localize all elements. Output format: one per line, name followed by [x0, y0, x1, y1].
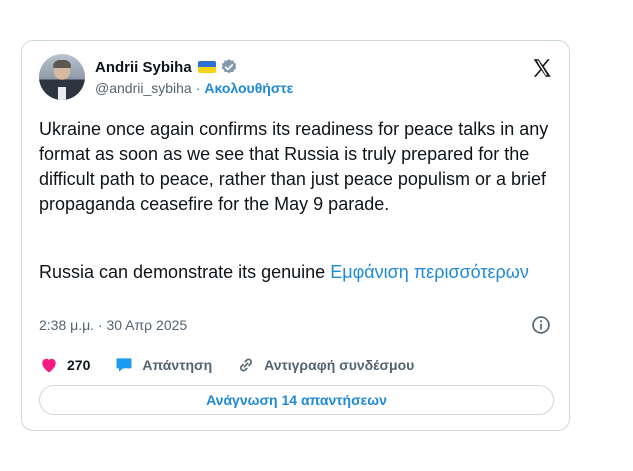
- copy-link-button[interactable]: Αντιγραφή συνδέσμου: [236, 355, 414, 375]
- author-name-row: Andrii Sybiha: [95, 58, 238, 76]
- like-button[interactable]: 270: [39, 355, 90, 375]
- tweet-text: Ukraine once again confirms its readines…: [39, 119, 549, 214]
- separator-dot: ·: [195, 80, 201, 96]
- tweet-text-continued: Russia can demonstrate its genuine Εμφάν…: [39, 260, 554, 285]
- ukraine-flag-icon: [197, 61, 216, 73]
- follow-link[interactable]: Ακολουθήστε: [204, 80, 293, 96]
- verified-badge-icon: [221, 59, 236, 74]
- reply-button[interactable]: Απάντηση: [114, 355, 212, 375]
- read-replies-button[interactable]: Ανάγνωση 14 απαντήσεων: [39, 385, 554, 415]
- info-icon[interactable]: [531, 315, 551, 335]
- link-icon: [240, 358, 253, 372]
- copy-link-label: Αντιγραφή συνδέσμου: [264, 357, 415, 373]
- reply-label: Απάντηση: [142, 357, 213, 373]
- x-logo-icon[interactable]: [531, 57, 553, 79]
- author-name[interactable]: Andrii Sybiha: [95, 59, 192, 76]
- tweet-timestamp[interactable]: 2:38 μ.μ. · 30 Απρ 2025: [39, 317, 187, 333]
- author-avatar[interactable]: [39, 54, 85, 100]
- author-handle-row: @andrii_sybiha · Ακολουθήστε: [95, 80, 293, 96]
- tweet-actions: 270 Απάντηση Αντιγραφή συνδέσμου: [39, 355, 438, 375]
- tweet-paragraph-2: Russia can demonstrate its genuine: [39, 262, 326, 282]
- heart-icon: [42, 358, 56, 373]
- tweet-card[interactable]: Andrii Sybiha @andrii_sybiha · Ακολουθήσ…: [21, 40, 570, 431]
- like-count: 270: [67, 357, 91, 373]
- show-more-link[interactable]: Εμφάνιση περισσότερων: [330, 262, 529, 282]
- author-handle[interactable]: @andrii_sybiha: [95, 80, 192, 96]
- speech-bubble-icon: [116, 358, 132, 372]
